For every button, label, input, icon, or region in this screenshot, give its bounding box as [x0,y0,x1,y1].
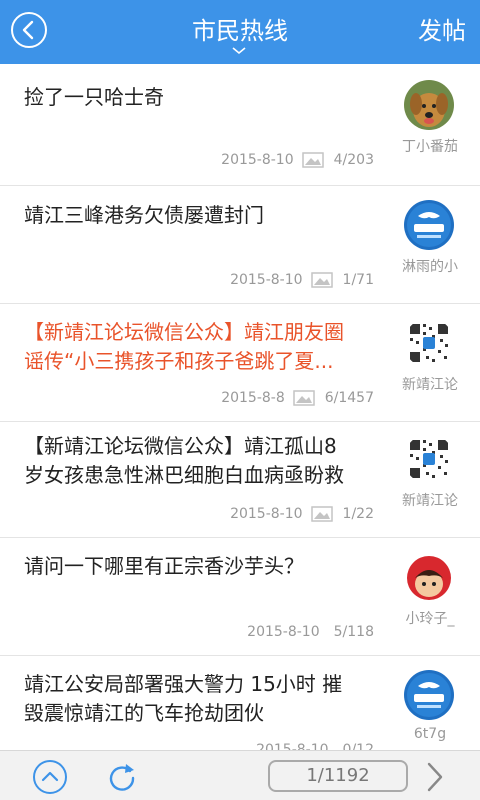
post-author[interactable]: 丁小番茄 [396,136,464,156]
post-title-line2[interactable]: 岁女孩患急性淋巴细胞白血病亟盼救 [24,461,390,490]
post-date: 2015-8-10 [230,506,303,522]
post-title[interactable]: 捡了一只哈士奇 [24,83,390,112]
post-title[interactable]: 【新靖江论坛微信公众】靖江朋友圈 [24,318,390,347]
post-title-line2[interactable]: 毁震惊靖江的飞车抢劫团伙 [24,699,390,728]
next-page-button[interactable] [420,760,448,794]
forum-logo-avatar-image [404,200,454,250]
reply-view-count: 6/1457 [324,390,374,406]
post-date: 2015-8-8 [221,390,285,406]
image-icon [301,152,324,168]
image-icon [292,390,315,406]
reply-view-count: 0/12 [342,742,374,750]
image-icon [310,506,333,522]
list-item[interactable]: 靖江三峰港务欠债屡遭封门 2015-8-10 1/71 淋雨的小 [0,186,480,304]
post-title-line2[interactable]: 谣传“小三携孩子和孩子爸跳了夏... [24,347,390,376]
page-indicator[interactable]: 1/1192 [268,760,408,792]
post-author[interactable]: 新靖江论 [396,490,464,510]
reply-view-count: 5/118 [333,624,374,640]
post-title[interactable]: 【新靖江论坛微信公众】靖江孤山8 [24,432,390,461]
chevron-right-icon [427,762,443,792]
dog-avatar-image [404,80,454,130]
chevron-down-icon[interactable] [232,47,246,55]
cartoon-girl-avatar-image [404,552,454,602]
list-item[interactable]: 捡了一只哈士奇 2015-8-10 4/203 丁小番茄 [0,64,480,186]
post-meta: 2015-8-10 4/203 [221,152,374,168]
post-date: 2015-8-10 [230,272,303,288]
avatar[interactable] [404,670,454,720]
post-date: 2015-8-10 [221,152,294,168]
post-button[interactable]: 发帖 [418,16,466,46]
post-author[interactable]: 6t7g [396,726,464,742]
avatar[interactable] [404,434,454,484]
post-meta: 2015-8-10 0/12 [256,742,374,750]
post-meta: 2015-8-10 5/118 [247,624,374,640]
chevron-up-icon [41,771,59,782]
list-item[interactable]: 请问一下哪里有正宗香沙芋头？ 2015-8-10 5/118 小玲子_ [0,538,480,656]
avatar[interactable] [404,200,454,250]
scroll-top-button[interactable] [33,760,67,794]
refresh-button[interactable] [104,759,140,795]
image-icon [310,272,333,288]
forum-logo-avatar-image [404,670,454,720]
post-meta: 2015-8-8 6/1457 [221,390,374,406]
avatar[interactable] [404,552,454,602]
post-title[interactable]: 请问一下哪里有正宗香沙芋头？ [24,552,390,581]
avatar[interactable] [404,318,454,368]
qr-code-avatar-image [404,434,454,484]
avatar[interactable] [404,80,454,130]
reply-view-count: 4/203 [333,152,374,168]
post-meta: 2015-8-10 1/71 [230,272,374,288]
list-item[interactable]: 【新靖江论坛微信公众】靖江孤山8 岁女孩患急性淋巴细胞白血病亟盼救 2015-8… [0,422,480,538]
reply-view-count: 1/71 [342,272,374,288]
refresh-icon [109,764,135,791]
post-date: 2015-8-10 [247,624,320,640]
post-date: 2015-8-10 [256,742,329,750]
post-title[interactable]: 靖江公安局部署强大警力 15小时 摧 [24,670,390,699]
page-title[interactable]: 市民热线 [0,16,480,46]
post-title[interactable]: 靖江三峰港务欠债屡遭封门 [24,201,390,230]
reply-view-count: 1/22 [342,506,374,522]
top-bar: 市民热线 发帖 [0,0,480,64]
list-item[interactable]: 【新靖江论坛微信公众】靖江朋友圈 谣传“小三携孩子和孩子爸跳了夏... 2015… [0,304,480,422]
qr-code-avatar-image [404,318,454,368]
post-meta: 2015-8-10 1/22 [230,506,374,522]
list-item[interactable]: 靖江公安局部署强大警力 15小时 摧 毁震惊靖江的飞车抢劫团伙 2015-8-1… [0,656,480,750]
post-list[interactable]: 捡了一只哈士奇 2015-8-10 4/203 丁小番茄 靖江三峰港务欠债屡遭封… [0,64,480,750]
bottom-toolbar: 1/1192 [0,750,480,800]
post-author[interactable]: 新靖江论 [396,374,464,394]
post-author[interactable]: 淋雨的小 [396,256,464,276]
post-author[interactable]: 小玲子_ [396,608,464,628]
